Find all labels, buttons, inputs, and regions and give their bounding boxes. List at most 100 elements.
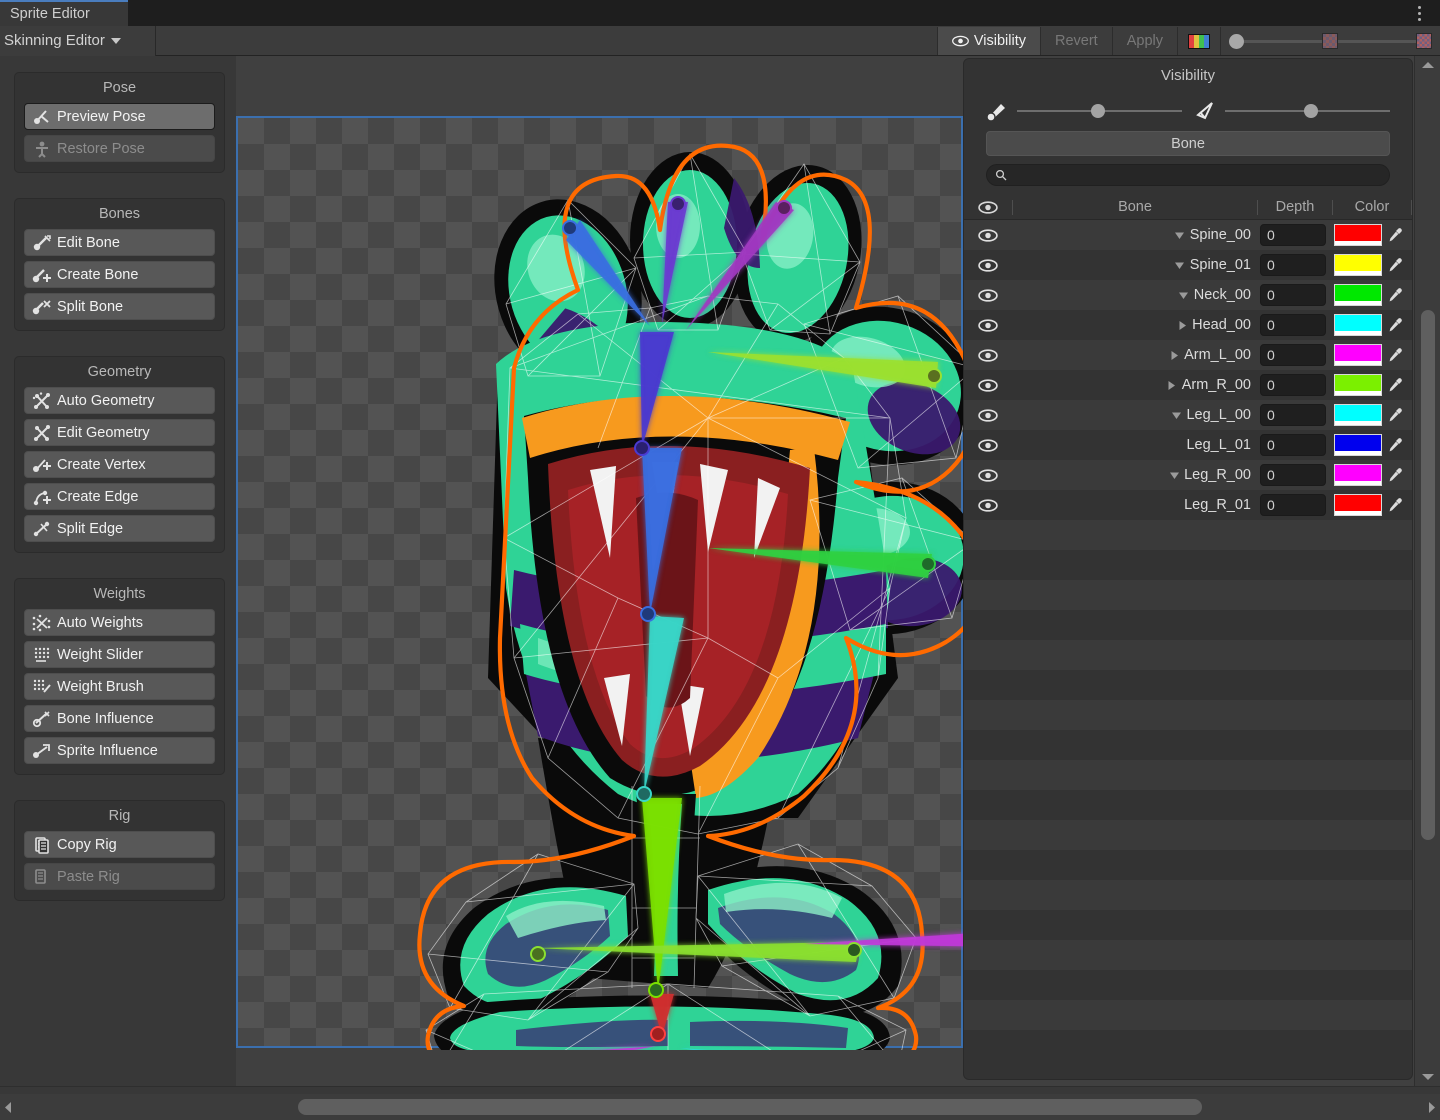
fold-arrow-right-icon[interactable] — [1167, 350, 1181, 361]
bone-search-field[interactable] — [986, 164, 1390, 186]
eyedropper-icon[interactable] — [1384, 344, 1406, 366]
eyedropper-icon[interactable] — [1384, 224, 1406, 246]
bone-visibility-toggle[interactable] — [964, 319, 1012, 332]
copy-rig-button[interactable]: Copy Rig — [24, 831, 215, 858]
eyedropper-icon[interactable] — [1384, 404, 1406, 426]
opacity-slider-2[interactable] — [1338, 33, 1432, 49]
bone-color-swatch[interactable] — [1334, 314, 1382, 336]
bone-color-swatch[interactable] — [1334, 224, 1382, 246]
column-header-depth[interactable]: Depth — [1258, 199, 1332, 215]
bone-color-swatch[interactable] — [1334, 434, 1382, 456]
split-edge-button[interactable]: Split Edge — [24, 515, 215, 542]
artboard-checkerboard[interactable] — [236, 116, 963, 1048]
bone-color-swatch[interactable] — [1334, 494, 1382, 516]
fold-arrow-down-icon[interactable] — [1177, 291, 1191, 300]
bone-depth-input[interactable]: 0 — [1260, 314, 1326, 336]
edit-bone-button[interactable]: Edit Bone — [24, 229, 215, 256]
bone-visibility-toggle[interactable] — [964, 469, 1012, 482]
eyedropper-icon[interactable] — [1384, 434, 1406, 456]
editor-mode-dropdown[interactable]: Skinning Editor — [0, 26, 156, 56]
bone-color-swatch[interactable] — [1334, 404, 1382, 426]
eyedropper-icon[interactable] — [1384, 464, 1406, 486]
bone-row[interactable]: Leg_R_010 — [964, 490, 1412, 520]
slider-knob-checker[interactable] — [1322, 33, 1338, 49]
bone-visibility-toggle[interactable] — [964, 229, 1012, 242]
bone-name-cell[interactable]: Arm_L_00 — [1012, 347, 1260, 363]
scroll-up-arrow-icon[interactable] — [1421, 61, 1435, 69]
bone-row[interactable]: Leg_R_000 — [964, 460, 1412, 490]
eyedropper-icon[interactable] — [1384, 374, 1406, 396]
bone-name-cell[interactable]: Leg_L_00 — [1012, 407, 1260, 423]
fold-arrow-down-icon[interactable] — [1173, 261, 1187, 270]
bone-color-swatch[interactable] — [1334, 374, 1382, 396]
bone-name-cell[interactable]: Leg_L_01 — [1012, 437, 1260, 453]
eyedropper-icon[interactable] — [1384, 254, 1406, 276]
visibility-mode-button[interactable]: Bone — [986, 131, 1390, 156]
bone-name-cell[interactable]: Spine_00 — [1012, 227, 1260, 243]
bone-color-swatch[interactable] — [1334, 344, 1382, 366]
column-header-color[interactable]: Color — [1333, 199, 1411, 215]
bone-visibility-toggle[interactable] — [964, 439, 1012, 452]
horizontal-scrollbar-thumb[interactable] — [298, 1099, 1202, 1115]
create-edge-button[interactable]: Create Edge — [24, 483, 215, 510]
apply-button[interactable]: Apply — [1112, 27, 1177, 55]
scroll-left-arrow-icon[interactable] — [4, 1101, 12, 1114]
bone-name-cell[interactable]: Neck_00 — [1012, 287, 1260, 303]
weight-slider-button[interactable]: Weight Slider — [24, 641, 215, 668]
bone-depth-input[interactable]: 0 — [1260, 404, 1326, 426]
slider-knob-checker-dense[interactable] — [1416, 33, 1432, 49]
fold-arrow-down-icon[interactable] — [1169, 411, 1183, 420]
bone-name-cell[interactable]: Leg_R_00 — [1012, 467, 1260, 483]
bone-visibility-toggle[interactable] — [964, 349, 1012, 362]
monster-plant-sprite[interactable] — [238, 118, 965, 1050]
slider-knob-round[interactable] — [1229, 34, 1244, 49]
bone-color-swatch[interactable] — [1334, 254, 1382, 276]
bone-row[interactable]: Spine_010 — [964, 250, 1412, 280]
mesh-opacity-slider[interactable] — [1194, 101, 1390, 121]
eyedropper-icon[interactable] — [1384, 314, 1406, 336]
bone-influence-button[interactable]: Bone Influence — [24, 705, 215, 732]
slider-track[interactable] — [1244, 40, 1322, 43]
horizontal-scrollbar[interactable] — [0, 1094, 1440, 1120]
fold-arrow-down-icon[interactable] — [1167, 471, 1181, 480]
slider-knob[interactable] — [1304, 104, 1318, 118]
bone-color-swatch[interactable] — [1334, 284, 1382, 306]
visibility-toggle-button[interactable]: Visibility — [937, 27, 1040, 55]
vertical-scrollbar-thumb[interactable] — [1421, 310, 1435, 840]
bone-depth-input[interactable]: 0 — [1260, 344, 1326, 366]
bone-row[interactable]: Arm_R_000 — [964, 370, 1412, 400]
bone-visibility-toggle[interactable] — [964, 499, 1012, 512]
bone-name-cell[interactable]: Arm_R_00 — [1012, 377, 1260, 393]
bone-name-cell[interactable]: Spine_01 — [1012, 257, 1260, 273]
column-header-bone[interactable]: Bone — [1013, 199, 1257, 215]
weight-brush-button[interactable]: Weight Brush — [24, 673, 215, 700]
bone-depth-input[interactable]: 0 — [1260, 254, 1326, 276]
bone-visibility-toggle[interactable] — [964, 259, 1012, 272]
sprite-influence-button[interactable]: Sprite Influence — [24, 737, 215, 764]
scroll-right-arrow-icon[interactable] — [1428, 1101, 1436, 1114]
slider-track[interactable] — [1338, 40, 1416, 43]
scroll-down-arrow-icon[interactable] — [1421, 1073, 1435, 1081]
bone-name-cell[interactable]: Leg_R_01 — [1012, 497, 1260, 513]
bone-depth-input[interactable]: 0 — [1260, 434, 1326, 456]
revert-button[interactable]: Revert — [1040, 27, 1112, 55]
bone-name-cell[interactable]: Head_00 — [1012, 317, 1260, 333]
eyedropper-icon[interactable] — [1384, 284, 1406, 306]
bone-color-swatch[interactable] — [1334, 464, 1382, 486]
slider-track[interactable] — [1225, 110, 1390, 112]
bone-row[interactable]: Arm_L_000 — [964, 340, 1412, 370]
bone-depth-input[interactable]: 0 — [1260, 374, 1326, 396]
create-vertex-button[interactable]: Create Vertex — [24, 451, 215, 478]
bone-row[interactable]: Neck_000 — [964, 280, 1412, 310]
tab-sprite-editor[interactable]: Sprite Editor — [0, 0, 128, 26]
vertical-scrollbar[interactable] — [1414, 56, 1440, 1086]
bone-row[interactable]: Spine_000 — [964, 220, 1412, 250]
auto-geometry-button[interactable]: Auto Geometry — [24, 387, 215, 414]
bone-depth-input[interactable]: 0 — [1260, 494, 1326, 516]
bone-search-input[interactable] — [1013, 168, 1389, 183]
preview-pose-button[interactable]: Preview Pose — [24, 103, 215, 130]
kebab-menu-icon[interactable] — [1408, 2, 1430, 24]
opacity-slider-1[interactable] — [1229, 33, 1338, 49]
split-bone-button[interactable]: Split Bone — [24, 293, 215, 320]
bone-visibility-toggle[interactable] — [964, 409, 1012, 422]
